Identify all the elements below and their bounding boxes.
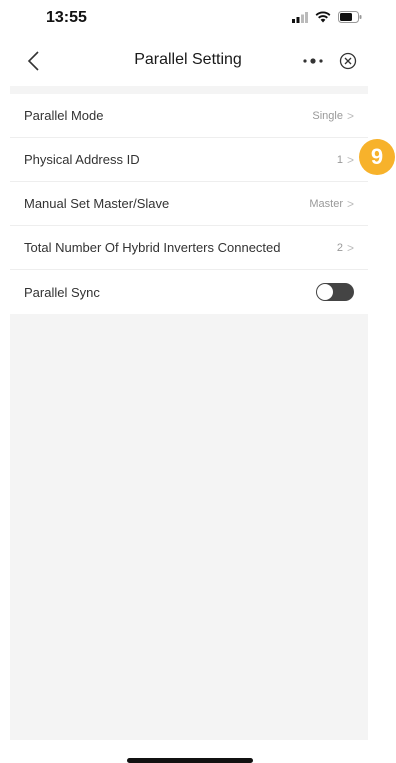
chevron-right-icon: >: [346, 240, 354, 255]
setting-label: Parallel Mode: [24, 108, 104, 123]
status-bar: 13:55: [0, 0, 396, 38]
home-indicator[interactable]: [127, 758, 253, 763]
chevron-right-icon: >: [346, 152, 354, 167]
setting-value: Master: [309, 197, 343, 210]
toggle-knob: [317, 284, 333, 300]
setting-label: Manual Set Master/Slave: [24, 196, 170, 211]
parallel-sync-toggle[interactable]: [316, 283, 354, 301]
settings-list: Parallel Mode Single > Physical Address …: [10, 94, 368, 314]
setting-label: Parallel Sync: [24, 284, 100, 300]
battery-icon: [338, 11, 362, 23]
status-time: 13:55: [46, 9, 87, 26]
setting-value: Single: [312, 109, 343, 122]
setting-total-inverters[interactable]: Total Number Of Hybrid Inverters Connect…: [10, 226, 368, 270]
more-options-icon[interactable]: [300, 52, 326, 70]
setting-label: Physical Address ID: [24, 152, 140, 167]
setting-master-slave[interactable]: Manual Set Master/Slave Master >: [10, 182, 368, 226]
chevron-right-icon: >: [346, 108, 354, 123]
status-icons: [292, 11, 362, 23]
nav-bar: Parallel Setting: [0, 40, 396, 82]
chevron-right-icon: >: [346, 196, 354, 211]
setting-physical-address-id[interactable]: Physical Address ID 1 >: [10, 138, 368, 182]
setting-value: 1: [336, 153, 343, 166]
content-panel: Parallel Mode Single > Physical Address …: [10, 86, 368, 740]
setting-parallel-sync: Parallel Sync: [10, 270, 368, 314]
setting-parallel-mode[interactable]: Parallel Mode Single >: [10, 94, 368, 138]
setting-value: 2: [336, 241, 343, 254]
wifi-icon: [315, 11, 331, 23]
setting-label: Total Number Of Hybrid Inverters Connect…: [24, 240, 281, 255]
signal-icon: [292, 11, 308, 23]
step-badge: 9: [359, 139, 395, 175]
close-icon[interactable]: [338, 51, 358, 71]
